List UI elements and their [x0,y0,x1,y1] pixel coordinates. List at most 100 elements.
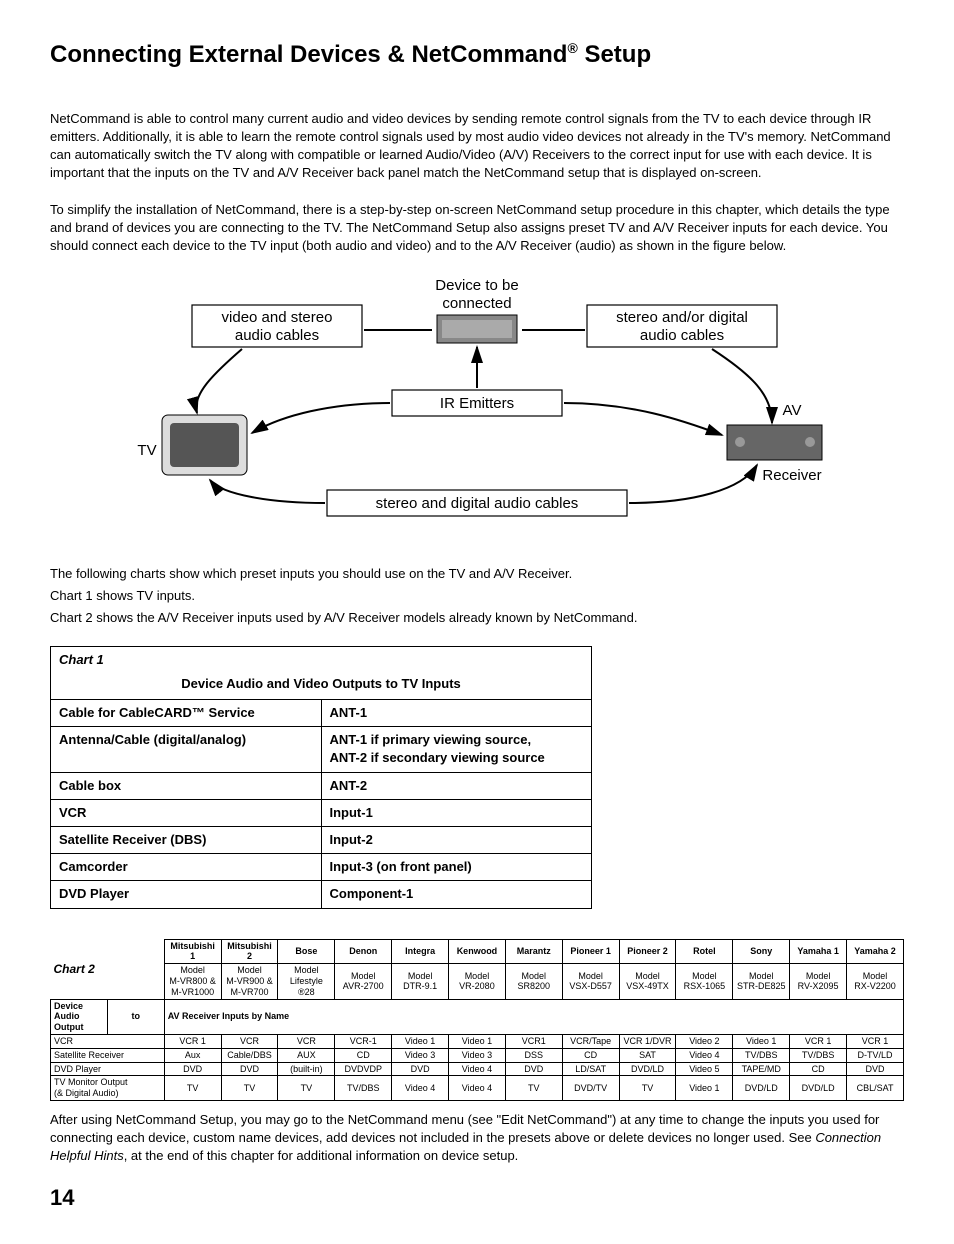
chart1-label: Chart 1 [51,647,591,673]
chart2-cell: DVD/LD [733,1076,790,1101]
chart1-left-cell: Satellite Receiver (DBS) [51,826,321,853]
chart1-left-cell: Camcorder [51,854,321,881]
chart2-brand-header: Integra [392,939,449,964]
chart2-cell: DVD/TV [562,1076,619,1101]
chart2-cell: Video 3 [449,1048,506,1062]
table-row: CamcorderInput-3 (on front panel) [51,854,591,881]
diagram-bottom-cables: stereo and digital audio cables [376,495,579,512]
chart1-left-cell: DVD Player [51,881,321,908]
chart1-right-cell: Input-1 [321,799,591,826]
table-row: TV Monitor Output (& Digital Audio)TVTVT… [51,1076,904,1101]
charts-intro-1: The following charts show which preset i… [50,565,904,583]
chart2-brand-header: Mitsubishi 1 [164,939,221,964]
chart2-model-header: Model VR-2080 [449,964,506,999]
chart2-cell: VCR [221,1034,278,1048]
table-row: Satellite Receiver (DBS)Input-2 [51,826,591,853]
chart1-right-cell: ANT-2 [321,772,591,799]
chart2-cell: VCR/Tape [562,1034,619,1048]
title-main: Connecting External Devices & NetCommand [50,41,567,68]
chart2-cell: (built-in) [278,1062,335,1076]
chart2-cell: DVD [164,1062,221,1076]
table-row: DVD PlayerComponent-1 [51,881,591,908]
chart2-cell: Video 3 [392,1048,449,1062]
chart1-left-cell: VCR [51,799,321,826]
chart2-cell: VCR 1 [164,1034,221,1048]
charts-intro-3: Chart 2 shows the A/V Receiver inputs us… [50,609,904,627]
connection-diagram: .box { fill:#fff; stroke:#000; stroke-wi… [92,275,862,535]
chart2-model-header: Model STR-DE825 [733,964,790,999]
chart2-cell: DVDVDP [335,1062,392,1076]
chart2-label: Chart 2 [51,939,165,999]
chart2-cell: CD [790,1062,847,1076]
chart1-left-cell: Cable for CableCARD™ Service [51,700,321,727]
chart2-cell: CBL/SAT [847,1076,904,1101]
chart-1: Chart 1 Device Audio and Video Outputs t… [50,646,592,909]
chart2-model-header: Model VSX-49TX [619,964,676,999]
chart2-brand-header: Pioneer 2 [619,939,676,964]
chart2-brand-header: Yamaha 2 [847,939,904,964]
chart1-right-cell: Component-1 [321,881,591,908]
chart2-row-label: TV Monitor Output (& Digital Audio) [51,1076,165,1101]
chart2-model-header: Model RX-V2200 [847,964,904,999]
diagram-right-cables-2: audio cables [640,327,724,344]
chart2-row-label: Satellite Receiver [51,1048,165,1062]
chart2-cell: TAPE/MD [733,1062,790,1076]
chart2-cell: VCR 1/DVR [619,1034,676,1048]
chart2-cell: DVD [392,1062,449,1076]
closing-b: , at the end of this chapter for additio… [124,1148,519,1163]
chart2-model-header: Model RSX-1065 [676,964,733,999]
chart1-right-cell: ANT-1 if primary viewing source, ANT-2 i… [321,727,591,772]
diagram-av-label2: Receiver [762,467,821,484]
chart2-model-header: Model SR8200 [505,964,562,999]
chart2-cell: VCR1 [505,1034,562,1048]
chart2-cell: VCR 1 [847,1034,904,1048]
chart2-cell: DVD [847,1062,904,1076]
chart2-cell: Video 1 [676,1076,733,1101]
chart2-cell: LD/SAT [562,1062,619,1076]
chart2-cell: TV [619,1076,676,1101]
table-row: VCRVCR 1VCRVCRVCR-1Video 1Video 1VCR1VCR… [51,1034,904,1048]
table-row: Cable for CableCARD™ ServiceANT-1 [51,700,591,727]
chart2-model-header: Model RV-X2095 [790,964,847,999]
chart2-cell: AUX [278,1048,335,1062]
chart2-cell: SAT [619,1048,676,1062]
page-title: Connecting External Devices & NetCommand… [50,40,904,70]
chart2-cell: DVD [221,1062,278,1076]
chart2-cell: VCR 1 [790,1034,847,1048]
chart2-brand-header: Pioneer 1 [562,939,619,964]
chart2-cell: CD [335,1048,392,1062]
title-tail: Setup [578,41,651,68]
chart2-model-header: Model M-VR800 & M-VR1000 [164,964,221,999]
chart1-right-cell: Input-3 (on front panel) [321,854,591,881]
closing-paragraph: After using NetCommand Setup, you may go… [50,1111,904,1166]
table-row: DVD PlayerDVDDVD(built-in)DVDVDPDVDVideo… [51,1062,904,1076]
chart2-cell: Video 1 [449,1034,506,1048]
chart2-cell: Video 1 [392,1034,449,1048]
table-row: Cable boxANT-2 [51,772,591,799]
chart2-row-label: VCR [51,1034,165,1048]
registered-mark: ® [567,40,577,56]
chart2-cell: Video 4 [676,1048,733,1062]
diagram-device-label2: connected [442,295,511,312]
chart2-brand-header: Sony [733,939,790,964]
chart2-brand-header: Bose [278,939,335,964]
chart2-cell: VCR-1 [335,1034,392,1048]
diagram-device-label1: Device to be [435,277,518,294]
chart1-table: Cable for CableCARD™ ServiceANT-1Antenna… [51,699,591,908]
chart2-side-header: Device Audio Output [51,999,108,1034]
chart2-cell: Video 1 [733,1034,790,1048]
chart2-model-header: Model AVR-2700 [335,964,392,999]
chart2-cell: DVD/LD [619,1062,676,1076]
chart2-cell: Video 4 [449,1076,506,1101]
chart2-model-header: Model DTR-9.1 [392,964,449,999]
chart2-cell: Aux [164,1048,221,1062]
diagram-tv-label: TV [137,442,156,459]
table-row: Antenna/Cable (digital/analog)ANT-1 if p… [51,727,591,772]
chart2-cell: TV [221,1076,278,1101]
chart2-cell: DVD/LD [790,1076,847,1101]
chart2-brand-header: Marantz [505,939,562,964]
diagram-left-cables-2: audio cables [235,327,319,344]
chart2-table: Chart 2 Mitsubishi 1Mitsubishi 2BoseDeno… [50,939,904,1101]
chart1-right-cell: ANT-1 [321,700,591,727]
diagram-right-cables-1: stereo and/or digital [616,309,748,326]
